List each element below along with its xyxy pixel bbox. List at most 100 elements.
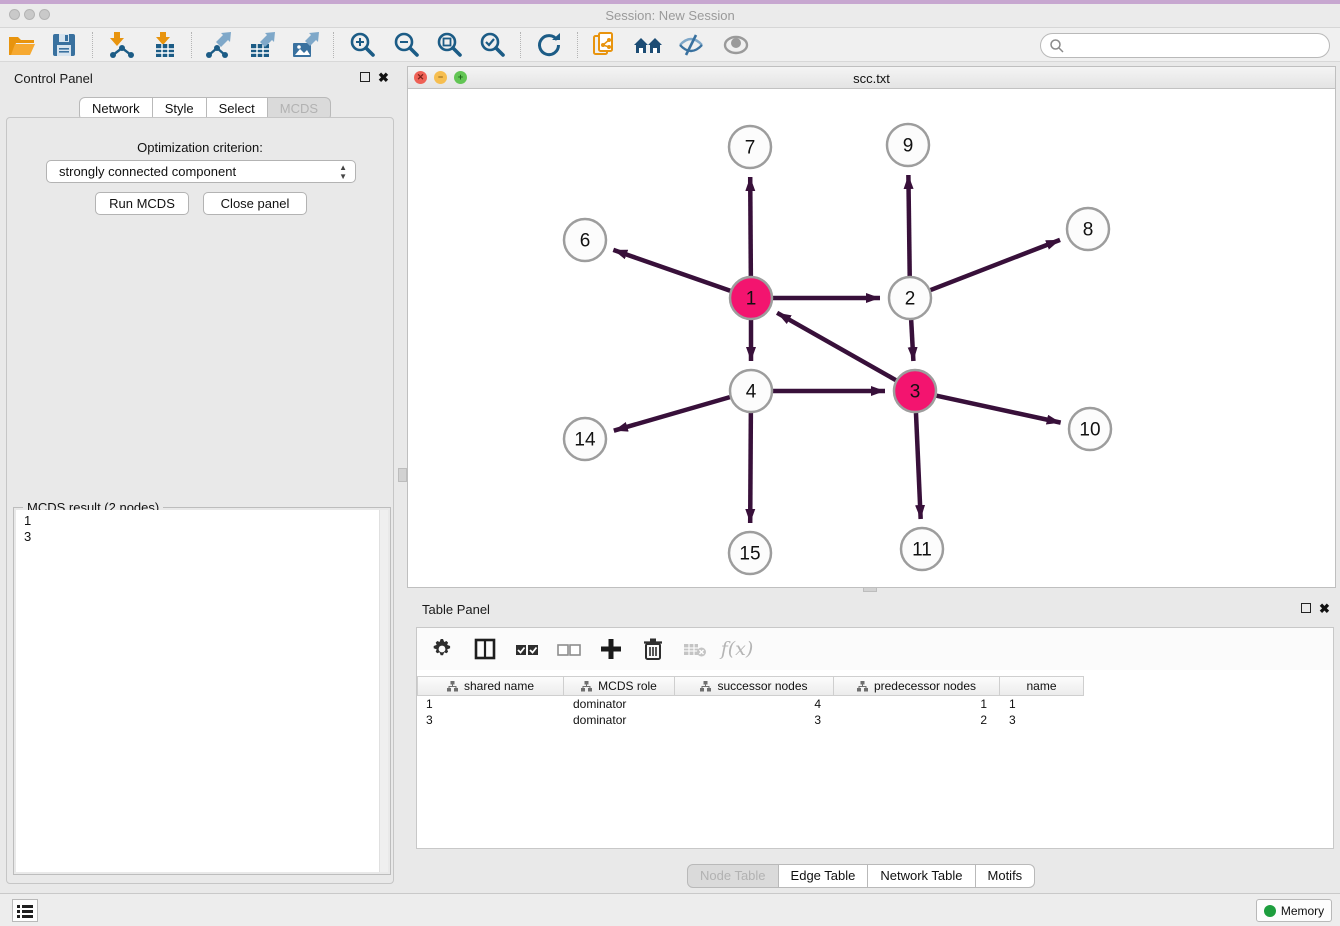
cell-MCDS-role[interactable]: dominator [564, 712, 675, 728]
search-icon [1049, 38, 1065, 54]
column-header-MCDS-role[interactable]: MCDS role [564, 676, 675, 696]
search-input[interactable] [1040, 33, 1330, 58]
save-session-icon[interactable] [47, 30, 81, 60]
task-history-button[interactable] [12, 899, 38, 922]
show-columns-icon[interactable] [471, 635, 499, 663]
table-body: 1dominator4113dominator323 [417, 696, 1333, 728]
node-7[interactable]: 7 [729, 126, 771, 168]
cell-successor-nodes[interactable]: 3 [675, 712, 834, 728]
import-network-icon[interactable] [103, 30, 137, 60]
node-15[interactable]: 15 [729, 532, 771, 574]
vertical-split-handle[interactable] [398, 468, 407, 482]
delete-column-icon[interactable] [639, 635, 667, 663]
tab-edge-table[interactable]: Edge Table [779, 864, 869, 888]
export-table-icon[interactable] [245, 30, 279, 60]
node-label-1: 1 [746, 289, 757, 310]
new-network-icon[interactable] [587, 30, 621, 60]
column-header-predecessor-nodes[interactable]: predecessor nodes [834, 676, 1000, 696]
mcds-result-textarea[interactable]: 1 3 [16, 510, 388, 872]
hide-selected-eye-icon[interactable] [674, 30, 708, 60]
select-all-icon[interactable] [513, 635, 541, 663]
import-table-icon[interactable] [148, 30, 182, 60]
open-file-icon[interactable] [5, 30, 39, 60]
toolbar-separator [577, 32, 578, 58]
optimization-criterion-label: Optimization criterion: [7, 140, 393, 155]
network-window-title: scc.txt [408, 71, 1335, 86]
node-4[interactable]: 4 [730, 370, 772, 412]
table-row[interactable]: 1dominator411 [417, 696, 1333, 712]
cell-shared-name[interactable]: 1 [417, 696, 564, 712]
table-panel-body: f(x) shared nameMCDS rolesuccessor nodes… [416, 627, 1334, 849]
zoom-fit-icon[interactable] [432, 30, 466, 60]
hierarchy-icon [581, 681, 592, 692]
edge-4-14[interactable] [614, 397, 730, 431]
edge-2-8[interactable] [931, 240, 1061, 290]
optimization-criterion-select[interactable]: strongly connected component ▲▼ [46, 160, 356, 183]
refresh-layout-icon[interactable] [532, 30, 566, 60]
edge-2-9[interactable] [908, 175, 909, 276]
export-network-icon[interactable] [201, 30, 235, 60]
node-3[interactable]: 3 [894, 370, 936, 412]
delete-table-icon [681, 635, 709, 663]
cell-successor-nodes[interactable]: 4 [675, 696, 834, 712]
control-panel-close-icon[interactable]: ✖ [378, 71, 389, 84]
node-10[interactable]: 10 [1069, 408, 1111, 450]
tab-motifs[interactable]: Motifs [976, 864, 1036, 888]
edge-2-3[interactable] [911, 320, 913, 361]
cell-shared-name[interactable]: 3 [417, 712, 564, 728]
node-table: shared nameMCDS rolesuccessor nodesprede… [417, 676, 1333, 728]
node-11[interactable]: 11 [901, 528, 943, 570]
memory-status-dot [1264, 905, 1276, 917]
node-label-3: 3 [910, 382, 921, 403]
zoom-selected-icon[interactable] [475, 30, 509, 60]
node-label-11: 11 [912, 540, 932, 561]
cell-MCDS-role[interactable]: dominator [564, 696, 675, 712]
column-header-name[interactable]: name [1000, 676, 1084, 696]
network-canvas[interactable]: 1 2 3 4 6 7 8 9 10 11 14 15 [408, 89, 1335, 587]
node-2[interactable]: 2 [889, 277, 931, 319]
edge-1-7[interactable] [750, 177, 751, 276]
show-eye-icon[interactable] [719, 30, 753, 60]
network-window-titlebar[interactable]: ✕ − + scc.txt [408, 67, 1335, 89]
zoom-in-icon[interactable] [345, 30, 379, 60]
export-image-icon[interactable] [288, 30, 322, 60]
node-label-9: 9 [903, 136, 914, 157]
network-window: ✕ − + scc.txt 1 2 3 4 6 7 8 9 10 11 14 15 [407, 66, 1336, 588]
hierarchy-icon [700, 681, 711, 692]
gear-icon[interactable] [429, 635, 457, 663]
add-column-icon[interactable] [597, 635, 625, 663]
table-panel-float-icon[interactable] [1301, 603, 1311, 613]
table-row[interactable]: 3dominator323 [417, 712, 1333, 728]
node-label-15: 15 [739, 544, 760, 565]
run-mcds-button[interactable]: Run MCDS [95, 192, 189, 215]
edge-3-11[interactable] [916, 413, 921, 519]
node-1[interactable]: 1 [730, 277, 772, 319]
node-label-6: 6 [580, 231, 591, 252]
homes-icon[interactable] [631, 30, 665, 60]
cell-name[interactable]: 3 [1000, 712, 1084, 728]
close-panel-button[interactable]: Close panel [203, 192, 307, 215]
node-9[interactable]: 9 [887, 124, 929, 166]
column-header-successor-nodes[interactable]: successor nodes [675, 676, 834, 696]
control-panel-title: Control Panel [14, 71, 93, 86]
table-panel-close-icon[interactable]: ✖ [1319, 602, 1330, 615]
mcds-result-scrollbar[interactable] [379, 510, 388, 872]
zoom-out-icon[interactable] [389, 30, 423, 60]
cell-name[interactable]: 1 [1000, 696, 1084, 712]
edge-1-6[interactable] [613, 250, 730, 291]
cell-predecessor-nodes[interactable]: 1 [834, 696, 1000, 712]
edge-3-1[interactable] [777, 313, 896, 380]
deselect-all-icon[interactable] [555, 635, 583, 663]
column-header-shared-name[interactable]: shared name [417, 676, 564, 696]
hierarchy-icon [447, 681, 458, 692]
edge-3-10[interactable] [936, 396, 1060, 423]
tab-node-table[interactable]: Node Table [687, 864, 779, 888]
memory-button[interactable]: Memory [1256, 899, 1332, 922]
cell-predecessor-nodes[interactable]: 2 [834, 712, 1000, 728]
edge-4-15[interactable] [750, 413, 751, 523]
node-14[interactable]: 14 [564, 418, 606, 460]
node-8[interactable]: 8 [1067, 208, 1109, 250]
control-panel-float-icon[interactable] [360, 72, 370, 82]
node-6[interactable]: 6 [564, 219, 606, 261]
tab-network-table[interactable]: Network Table [868, 864, 975, 888]
